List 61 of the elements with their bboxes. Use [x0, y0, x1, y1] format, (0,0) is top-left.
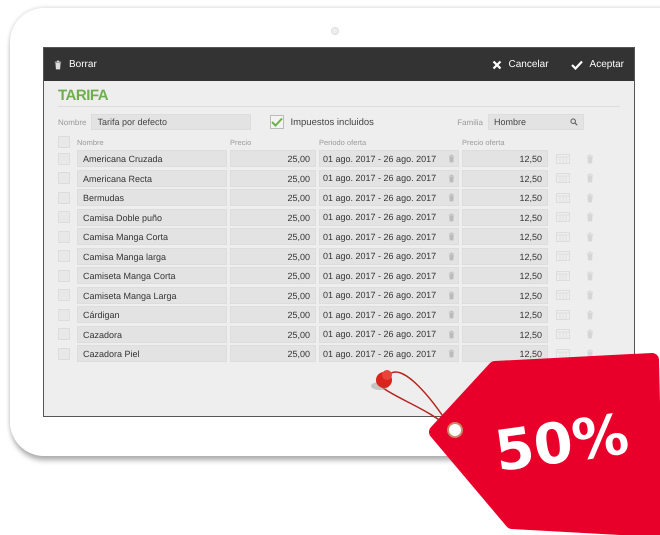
name-cell: Camisa Manga larga [77, 248, 227, 264]
price-cell: 25,00 [230, 326, 316, 342]
taxes-checkbox[interactable] [270, 115, 284, 129]
period-text: 01 ago. 2017 - 26 ago. 2017 [323, 348, 436, 358]
price-cell: 25,00 [230, 345, 316, 362]
period-text: 01 ago. 2017 - 26 ago. 2017 [323, 270, 436, 280]
price-cell: 25,00 [230, 150, 316, 167]
offer-price-cell: 12,50 [462, 208, 548, 226]
discount-label: 50% [490, 402, 633, 486]
delete-button[interactable]: Borrar [50, 59, 101, 70]
period-text: 01 ago. 2017 - 26 ago. 2017 [323, 192, 436, 202]
price-cell: 25,00 [230, 286, 316, 304]
offer-price-cell: 12,50 [462, 189, 548, 206]
offer-price-cell: 12,50 [462, 306, 548, 323]
offer-price-cell: 12,50 [462, 228, 548, 245]
name-cell: Camiseta Manga Corta [77, 267, 227, 284]
name-cell: Cazadora [77, 326, 227, 342]
offer-price-cell: 12,50 [462, 248, 548, 264]
taxes-label: Impuestos incluidos [290, 116, 374, 128]
family-label: Familia [457, 118, 483, 126]
name-field[interactable]: Tarifa por defecto [91, 114, 252, 130]
name-cell: Americana Recta [77, 170, 227, 186]
name-cell: Cazadora Piel [77, 345, 227, 362]
price-cell: 25,00 [230, 170, 316, 186]
period-text: 01 ago. 2017 - 26 ago. 2017 [323, 329, 436, 339]
period-text: 01 ago. 2017 - 26 ago. 2017 [323, 154, 436, 164]
check-icon [570, 60, 583, 70]
offer-price-cell: 12,50 [462, 170, 548, 186]
name-cell: Camiseta Manga Larga [77, 286, 227, 304]
name-cell: Bermudas [77, 189, 227, 206]
period-text: 01 ago. 2017 - 26 ago. 2017 [323, 251, 436, 261]
name-cell: Cárdigan [77, 306, 227, 323]
page-title: TARIFA [58, 87, 620, 107]
accept-button[interactable]: Aceptar [566, 59, 628, 70]
close-icon [492, 60, 502, 70]
family-field[interactable]: Hombre [488, 114, 584, 130]
period-text: 01 ago. 2017 - 26 ago. 2017 [323, 310, 436, 320]
price-cell: 25,00 [230, 248, 316, 264]
price-cell: 25,00 [230, 306, 316, 323]
offer-price-cell: 12,50 [462, 345, 548, 362]
period-text: 01 ago. 2017 - 26 ago. 2017 [323, 290, 436, 300]
trash-icon [54, 60, 62, 70]
offer-price-cell: 12,50 [462, 267, 548, 284]
price-cell: 25,00 [230, 267, 316, 284]
offer-price-cell: 12,50 [462, 326, 548, 342]
price-cell: 25,00 [230, 208, 316, 226]
price-cell: 25,00 [230, 189, 316, 206]
offer-price-cell: 12,50 [462, 286, 548, 304]
name-cell: Camisa Doble puño [77, 208, 227, 226]
name-cell: Americana Cruzada [77, 150, 227, 167]
offer-price-cell: 12,50 [462, 150, 548, 167]
search-icon [570, 118, 578, 126]
price-cell: 25,00 [230, 228, 316, 245]
period-text: 01 ago. 2017 - 26 ago. 2017 [323, 212, 436, 222]
calendar-icon[interactable] [556, 348, 570, 358]
camera-icon [331, 27, 339, 35]
name-label: Nombre [58, 118, 86, 126]
period-text: 01 ago. 2017 - 26 ago. 2017 [323, 173, 436, 183]
name-cell: Camisa Manga Corta [77, 228, 227, 245]
period-text: 01 ago. 2017 - 26 ago. 2017 [323, 232, 436, 242]
cancel-button[interactable]: Cancelar [488, 59, 553, 70]
